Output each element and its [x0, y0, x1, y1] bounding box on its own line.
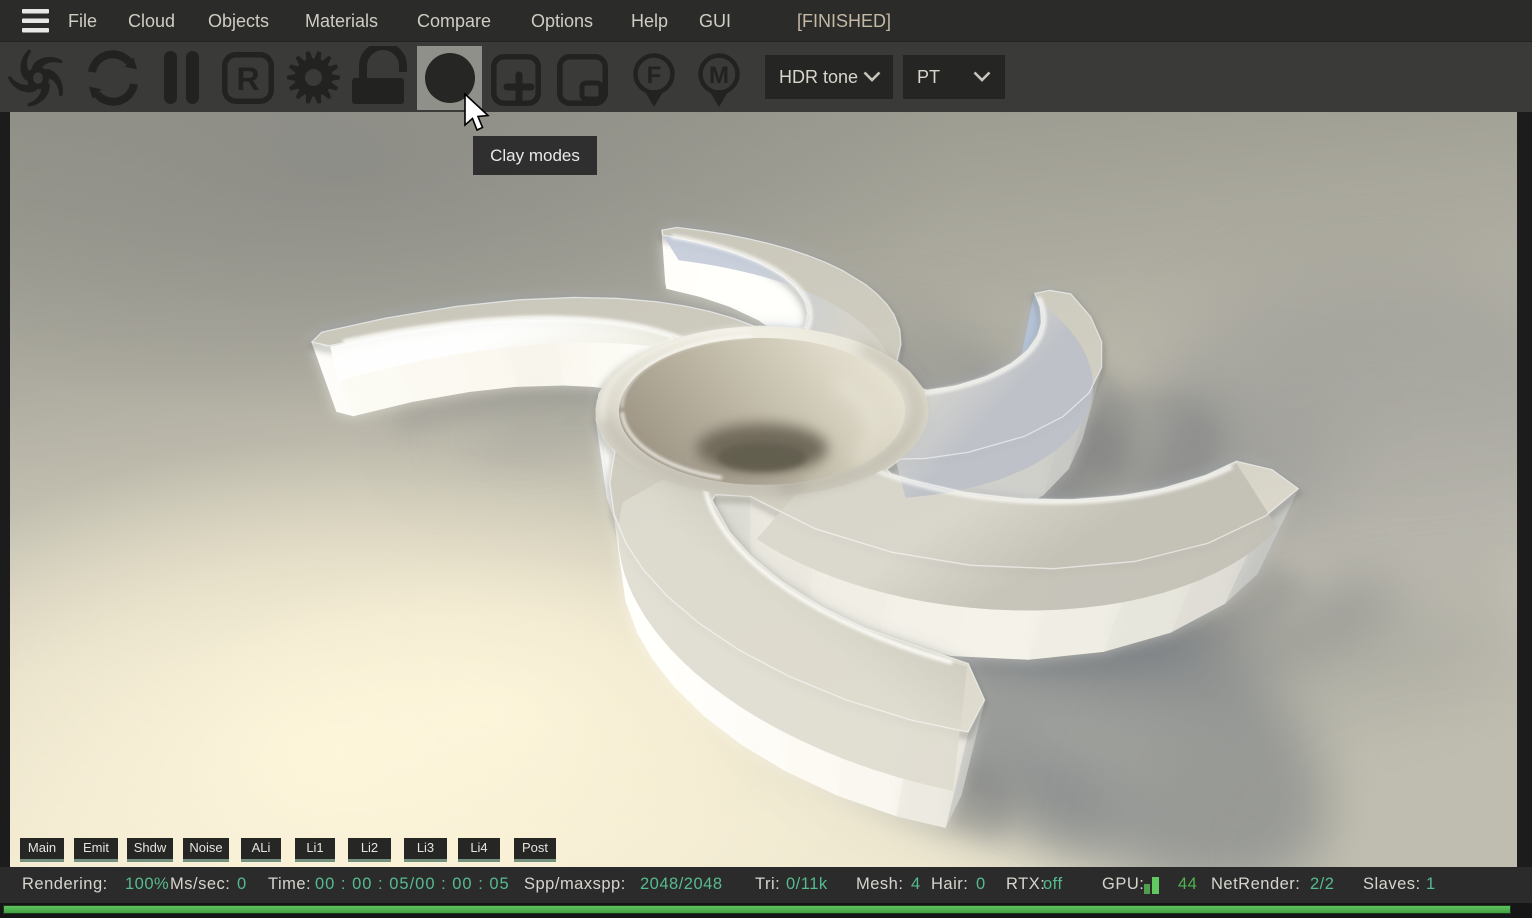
svg-text:M: M — [709, 62, 729, 89]
svg-text:R: R — [236, 61, 259, 97]
svg-text:F: F — [647, 62, 662, 89]
